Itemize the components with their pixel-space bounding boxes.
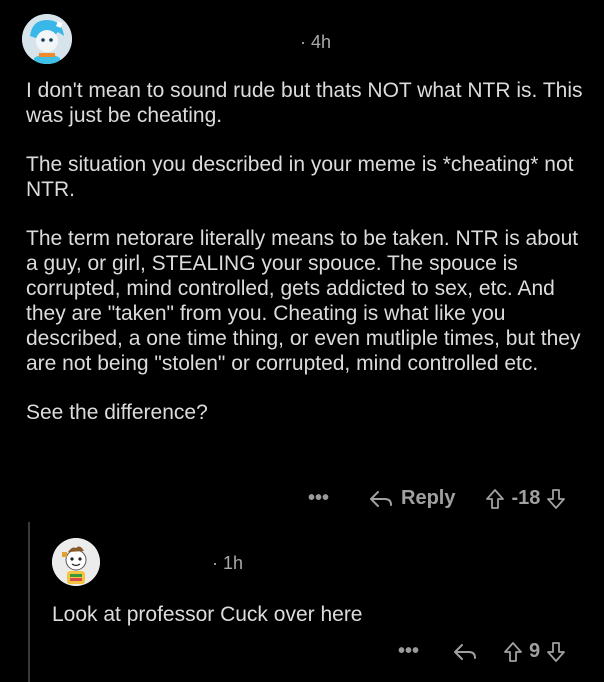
vote-controls: 9 <box>503 640 566 663</box>
user-avatar[interactable] <box>52 538 100 586</box>
comment-timestamp: · 4h <box>300 32 332 52</box>
comment-paragraph: The situation you described in your meme… <box>26 153 574 201</box>
comment-actions: ••• 9 <box>398 640 566 663</box>
reply-arrow-icon[interactable] <box>453 642 477 662</box>
avatar-image <box>52 538 100 586</box>
downvote-arrow-icon[interactable] <box>546 488 566 510</box>
more-options-button[interactable]: ••• <box>398 640 419 663</box>
avatar-image <box>22 14 72 64</box>
vote-score: -18 <box>511 487 541 509</box>
reply-label: Reply <box>401 487 456 509</box>
comment-actions: ••• Reply -18 <box>308 487 566 510</box>
thread-line[interactable] <box>28 522 30 682</box>
downvote-arrow-icon[interactable] <box>546 641 566 663</box>
reply-button[interactable]: Reply <box>369 487 455 510</box>
comment-paragraph: See the difference? <box>26 401 208 424</box>
comment-body: Look at professor Cuck over here <box>52 603 363 626</box>
vote-score: 9 <box>529 640 541 662</box>
vote-controls: -18 <box>485 487 566 510</box>
comment-paragraph: I don't mean to sound rude but thats NOT… <box>26 79 583 127</box>
more-options-button[interactable]: ••• <box>308 487 329 510</box>
reply-arrow-icon <box>370 490 393 507</box>
comment-paragraph: The term netorare literally means to be … <box>26 227 581 375</box>
comment-body: I don't mean to sound rude but thats NOT… <box>26 78 586 449</box>
comment-timestamp: · 1h <box>212 553 244 573</box>
upvote-arrow-icon[interactable] <box>485 488 505 510</box>
upvote-arrow-icon[interactable] <box>503 641 523 663</box>
user-avatar[interactable] <box>22 14 72 64</box>
